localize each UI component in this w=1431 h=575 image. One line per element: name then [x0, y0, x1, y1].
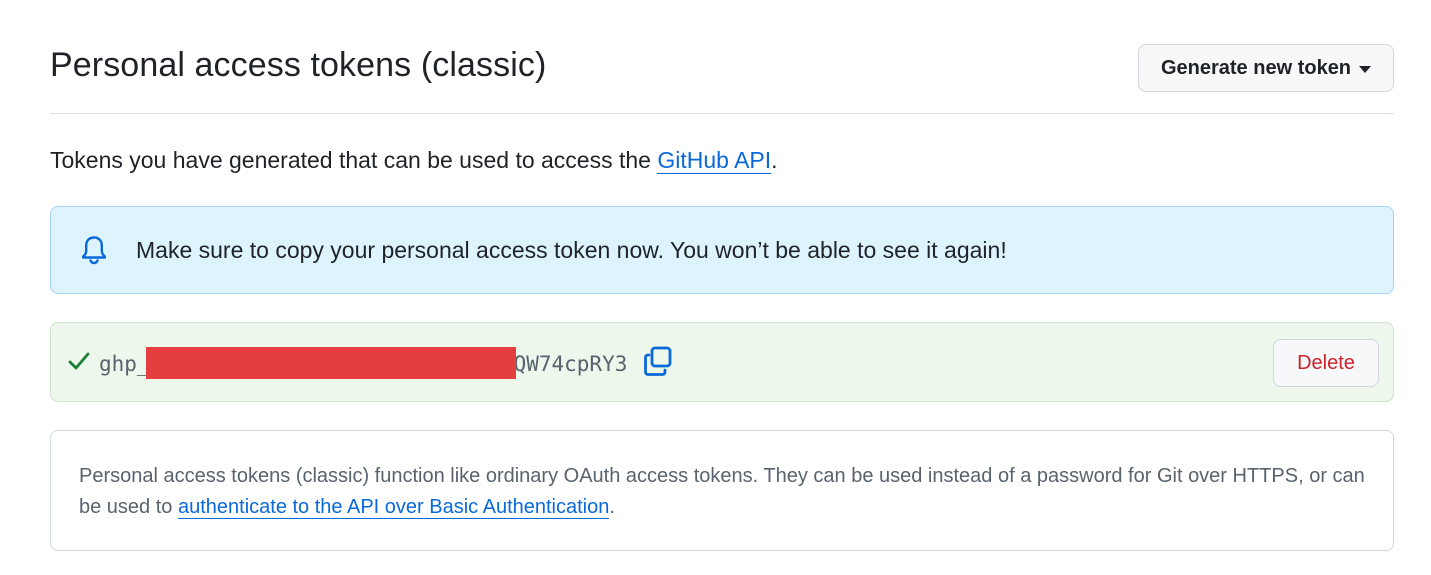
github-api-link[interactable]: GitHub API — [657, 147, 772, 174]
token-redaction — [145, 347, 516, 379]
page-header: Personal access tokens (classic) Generat… — [50, 40, 1394, 114]
copy-icon[interactable] — [643, 345, 673, 377]
token-suffix: QW74cpRY3 — [513, 352, 628, 376]
info-text-after: . — [609, 496, 615, 518]
check-icon — [68, 352, 90, 370]
delete-token-button[interactable]: Delete — [1273, 339, 1379, 387]
intro-text-after: . — [771, 147, 778, 173]
copy-token-flash: Make sure to copy your personal access t… — [50, 206, 1394, 294]
intro-text-before: Tokens you have generated that can be us… — [50, 147, 658, 173]
generate-new-token-label: Generate new token — [1160, 56, 1352, 79]
flash-message: Make sure to copy your personal access t… — [136, 236, 1007, 263]
caret-down-icon — [1359, 65, 1372, 73]
page-title: Personal access tokens (classic) — [50, 46, 547, 84]
basic-auth-link[interactable]: authenticate to the API over Basic Authe… — [177, 496, 610, 519]
token-value: ghp_ QW74cpRY3 — [99, 347, 628, 380]
classic-token-info: Personal access tokens (classic) functio… — [50, 430, 1394, 551]
token-prefix: ghp_ — [99, 352, 150, 376]
intro-text: Tokens you have generated that can be us… — [50, 147, 778, 174]
bell-icon — [82, 236, 106, 265]
generate-new-token-button[interactable]: Generate new token — [1138, 44, 1394, 92]
token-row: ghp_ QW74cpRY3 Delete — [50, 322, 1394, 402]
